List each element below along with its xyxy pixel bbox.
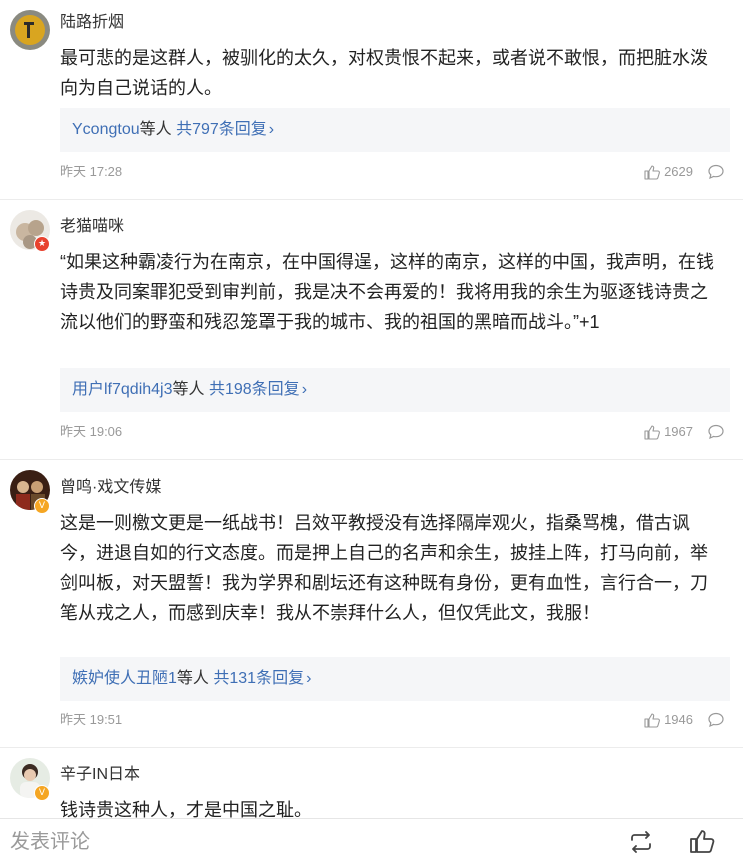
reply-mid-text: 等人 <box>172 381 205 398</box>
username[interactable]: 曾鸣·戏文传媒 <box>60 478 161 498</box>
verified-badge-icon: V <box>34 785 50 801</box>
reply-mid-text: 等人 <box>176 670 209 687</box>
username[interactable]: 老猫喵咪 <box>60 217 124 237</box>
like-button[interactable]: 1946 <box>644 712 693 728</box>
reply-count-link[interactable]: 共797条回复 <box>176 121 267 138</box>
comment-item: ★ 老猫喵咪 “如果这种霸凌行为在南京，在中国得逞，这样的南京，这样的中国，我声… <box>0 200 743 460</box>
username[interactable]: 辛子IN日本 <box>60 765 140 785</box>
reply-user-link[interactable]: 嫉妒使人丑陋1 <box>72 670 177 687</box>
comment-bubble-icon[interactable] <box>707 164 725 180</box>
thumbs-up-icon <box>644 424 660 440</box>
repost-icon[interactable] <box>628 831 654 853</box>
comment-bubble-icon[interactable] <box>707 712 725 728</box>
like-count: 1946 <box>664 712 693 727</box>
reply-user-link[interactable]: Ycongtou <box>72 121 140 138</box>
chevron-right-icon: › <box>268 121 275 138</box>
like-button[interactable]: 1967 <box>644 424 693 440</box>
like-count: 2629 <box>664 164 693 179</box>
comment-text: “如果这种霸凌行为在南京，在中国得逞，这样的南京，这样的中国，我声明，在钱诗贵及… <box>60 252 714 332</box>
replies-summary[interactable]: 嫉妒使人丑陋1等人 共131条回复 › <box>60 657 730 701</box>
chevron-right-icon: › <box>301 381 308 398</box>
reply-count-link[interactable]: 共131条回复 <box>213 670 304 687</box>
like-count: 1967 <box>664 424 693 439</box>
reply-user-link[interactable]: 用户lf7qdih4j3 <box>72 381 173 398</box>
comment-input[interactable]: 发表评论 <box>10 828 90 856</box>
comment-text: 这是一则檄文更是一纸战书！吕效平教授没有选择隔岸观火，指桑骂槐，借古讽今，进退自… <box>60 513 708 623</box>
avatar[interactable] <box>10 10 50 50</box>
comment-text: 最可悲的是这群人，被驯化的太久，对权贵恨不起来，或者说不敢恨，而把脏水泼向为自己… <box>60 48 708 98</box>
timestamp: 昨天 19:06 <box>60 424 123 439</box>
comment-text: 钱诗贵这种人，才是中国之耻。 <box>60 800 312 818</box>
replies-summary[interactable]: 用户lf7qdih4j3等人 共198条回复 › <box>60 368 730 412</box>
comment-item: V 辛子IN日本 钱诗贵这种人，才是中国之耻。 <box>0 748 743 818</box>
thumbs-up-icon[interactable] <box>689 829 715 854</box>
chevron-right-icon: › <box>306 670 312 687</box>
timestamp: 昨天 19:51 <box>60 712 123 727</box>
comment-item: 陆路折烟 最可悲的是这群人，被驯化的太久，对权贵恨不起来，或者说不敢恨，而把脏水… <box>0 0 743 200</box>
verified-badge-icon: ★ <box>34 236 50 252</box>
like-button[interactable]: 2629 <box>644 164 693 180</box>
username[interactable]: 陆路折烟 <box>60 13 124 33</box>
bottom-bar: 发表评论 <box>0 818 743 864</box>
comment-feed[interactable]: 陆路折烟 最可悲的是这群人，被驯化的太久，对权贵恨不起来，或者说不敢恨，而把脏水… <box>0 0 743 818</box>
verified-badge-icon: V <box>34 498 50 514</box>
thumbs-up-icon <box>644 712 660 728</box>
reply-mid-text: 等人 <box>139 121 172 138</box>
thumbs-up-icon <box>644 164 660 180</box>
comment-bubble-icon[interactable] <box>707 424 725 440</box>
replies-summary[interactable]: Ycongtou等人 共797条回复 › <box>60 108 730 152</box>
timestamp: 昨天 17:28 <box>60 164 123 179</box>
reply-count-link[interactable]: 共198条回复 <box>209 381 300 398</box>
comment-item: V 曾鸣·戏文传媒 这是一则檄文更是一纸战书！吕效平教授没有选择隔岸观火，指桑骂… <box>0 460 743 748</box>
